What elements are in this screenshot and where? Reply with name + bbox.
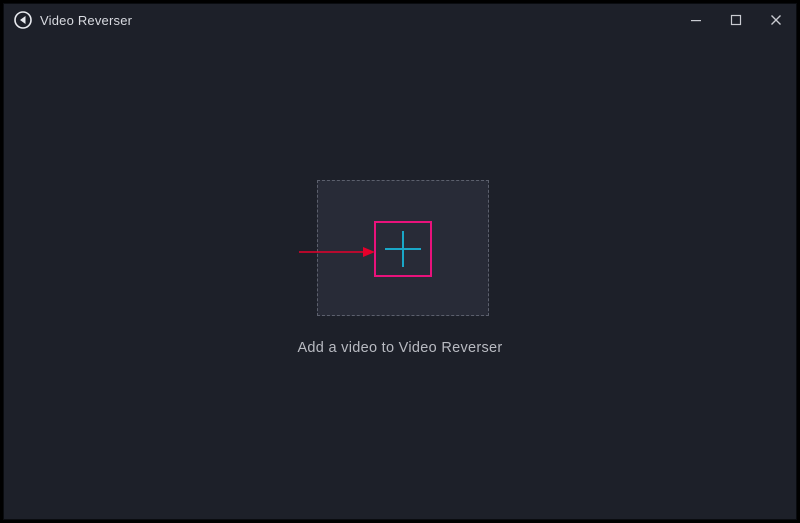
content-area: Add a video to Video Reverser	[4, 36, 796, 519]
window-controls	[676, 4, 796, 36]
video-dropzone[interactable]	[317, 180, 489, 316]
app-logo-icon	[14, 11, 32, 29]
titlebar: Video Reverser	[4, 4, 796, 36]
app-window: Video Reverser Add	[3, 3, 797, 520]
minimize-button[interactable]	[676, 4, 716, 36]
plus-icon	[385, 231, 421, 267]
maximize-button[interactable]	[716, 4, 756, 36]
add-video-caption: Add a video to Video Reverser	[4, 340, 796, 356]
close-button[interactable]	[756, 4, 796, 36]
app-title: Video Reverser	[40, 13, 132, 28]
add-video-button[interactable]	[374, 221, 432, 277]
